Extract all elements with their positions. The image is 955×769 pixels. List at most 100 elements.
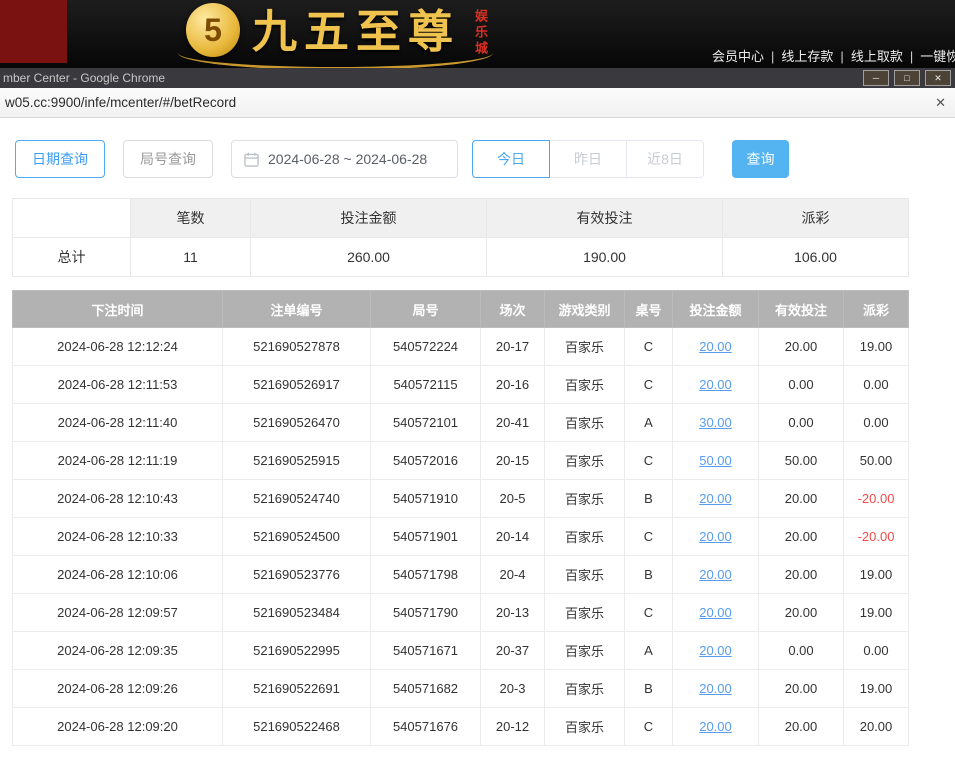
bet-amount-link[interactable]: 20.00	[699, 719, 732, 734]
cell-bet-amount: 20.00	[673, 632, 759, 670]
cell-valid-bet: 20.00	[759, 670, 844, 708]
bet-amount-link[interactable]: 20.00	[699, 681, 732, 696]
bet-amount-link[interactable]: 20.00	[699, 567, 732, 582]
cell-bet-time: 2024-06-28 12:09:20	[13, 708, 223, 746]
summary-bet-amount: 260.00	[251, 238, 487, 277]
cell-payout: -20.00	[844, 480, 909, 518]
date-range-input[interactable]: 2024-06-28 ~ 2024-06-28	[231, 140, 458, 178]
cell-game-type: 百家乐	[545, 556, 625, 594]
cell-table-code: A	[625, 632, 673, 670]
nav-withdraw[interactable]: 线上取款	[851, 49, 903, 64]
calendar-icon	[244, 152, 259, 167]
window-controls: ─ □ ✕	[863, 70, 951, 86]
browser-urlbar[interactable]: w05.cc:9900/infe/mcenter/#/betRecord ✕	[0, 88, 955, 118]
bet-amount-link[interactable]: 20.00	[699, 377, 732, 392]
cell-round-id: 540571790	[371, 594, 481, 632]
casino-header: 5 九五至尊 娱乐城 会员中心|线上存款|线上取款|一键恢复	[0, 0, 955, 68]
cell-order-id: 521690526917	[223, 366, 371, 404]
table-row: 2024-06-28 12:11:53521690526917540572115…	[13, 366, 909, 404]
bet-amount-link[interactable]: 20.00	[699, 339, 732, 354]
bet-amount-link[interactable]: 20.00	[699, 643, 732, 658]
cell-bet-time: 2024-06-28 12:12:24	[13, 328, 223, 366]
cell-valid-bet: 0.00	[759, 404, 844, 442]
cell-round-id: 540571798	[371, 556, 481, 594]
bet-amount-link[interactable]: 50.00	[699, 453, 732, 468]
cell-table-code: C	[625, 518, 673, 556]
summary-column-header: 派彩	[723, 199, 909, 238]
cell-payout: -20.00	[844, 518, 909, 556]
search-button[interactable]: 查询	[732, 140, 789, 178]
cell-payout: 19.00	[844, 328, 909, 366]
bet-amount-link[interactable]: 20.00	[699, 491, 732, 506]
cell-order-id: 521690522691	[223, 670, 371, 708]
cell-session: 20-5	[481, 480, 545, 518]
cell-session: 20-37	[481, 632, 545, 670]
bet-amount-link[interactable]: 30.00	[699, 415, 732, 430]
cell-table-code: B	[625, 670, 673, 708]
cell-bet-amount: 20.00	[673, 556, 759, 594]
red-corner-block	[0, 0, 67, 63]
bet-amount-link[interactable]: 20.00	[699, 529, 732, 544]
summary-column-header: 有效投注	[487, 199, 723, 238]
table-row: 2024-06-28 12:11:19521690525915540572016…	[13, 442, 909, 480]
cell-round-id: 540571682	[371, 670, 481, 708]
column-header: 局号	[371, 291, 481, 328]
summary-column-header: 投注金额	[251, 199, 487, 238]
cell-bet-amount: 20.00	[673, 708, 759, 746]
cell-payout: 19.00	[844, 594, 909, 632]
nav-separator: |	[771, 49, 774, 64]
cell-round-id: 540571910	[371, 480, 481, 518]
last-8-days-button[interactable]: 近8日	[626, 140, 704, 178]
minimize-button[interactable]: ─	[863, 70, 889, 86]
logo-title: 九五至尊	[252, 3, 460, 61]
nav-one-key[interactable]: 一键恢复	[920, 49, 955, 64]
bet-amount-link[interactable]: 20.00	[699, 605, 732, 620]
casino-logo: 5 九五至尊 娱乐城	[186, 3, 488, 61]
column-header: 投注金额	[673, 291, 759, 328]
cell-session: 20-3	[481, 670, 545, 708]
bet-record-table: 下注时间注单编号局号场次游戏类别桌号投注金额有效投注派彩 2024-06-28 …	[12, 290, 909, 746]
cell-payout: 20.00	[844, 708, 909, 746]
summary-table: 笔数投注金额有效投注派彩 总计 11 260.00 190.00 106.00	[12, 198, 909, 277]
cell-bet-time: 2024-06-28 12:09:35	[13, 632, 223, 670]
summary-label: 总计	[13, 238, 131, 277]
table-row: 2024-06-28 12:11:40521690526470540572101…	[13, 404, 909, 442]
nav-separator: |	[910, 49, 913, 64]
column-header: 有效投注	[759, 291, 844, 328]
cell-session: 20-15	[481, 442, 545, 480]
cell-game-type: 百家乐	[545, 632, 625, 670]
cell-order-id: 521690522468	[223, 708, 371, 746]
cell-valid-bet: 0.00	[759, 632, 844, 670]
cell-session: 20-4	[481, 556, 545, 594]
cell-order-id: 521690524500	[223, 518, 371, 556]
nav-deposit[interactable]: 线上存款	[781, 49, 833, 64]
cell-valid-bet: 50.00	[759, 442, 844, 480]
cell-game-type: 百家乐	[545, 404, 625, 442]
close-icon[interactable]: ✕	[935, 96, 946, 109]
cell-valid-bet: 20.00	[759, 708, 844, 746]
cell-session: 20-12	[481, 708, 545, 746]
column-header: 下注时间	[13, 291, 223, 328]
cell-table-code: C	[625, 708, 673, 746]
cell-payout: 0.00	[844, 404, 909, 442]
summary-valid-bet: 190.00	[487, 238, 723, 277]
cell-bet-time: 2024-06-28 12:11:40	[13, 404, 223, 442]
date-query-button[interactable]: 日期查询	[15, 140, 105, 178]
cell-game-type: 百家乐	[545, 594, 625, 632]
cell-order-id: 521690524740	[223, 480, 371, 518]
close-button[interactable]: ✕	[925, 70, 951, 86]
yesterday-button[interactable]: 昨日	[549, 140, 627, 178]
table-row: 2024-06-28 12:10:33521690524500540571901…	[13, 518, 909, 556]
table-row: 2024-06-28 12:12:24521690527878540572224…	[13, 328, 909, 366]
cell-bet-time: 2024-06-28 12:09:57	[13, 594, 223, 632]
column-header: 游戏类别	[545, 291, 625, 328]
round-query-button[interactable]: 局号查询	[123, 140, 213, 178]
cell-order-id: 521690523776	[223, 556, 371, 594]
maximize-button[interactable]: □	[894, 70, 920, 86]
today-button[interactable]: 今日	[472, 140, 550, 178]
cell-round-id: 540572224	[371, 328, 481, 366]
cell-round-id: 540571676	[371, 708, 481, 746]
nav-member-center[interactable]: 会员中心	[712, 49, 764, 64]
cell-session: 20-17	[481, 328, 545, 366]
table-row: 2024-06-28 12:10:06521690523776540571798…	[13, 556, 909, 594]
